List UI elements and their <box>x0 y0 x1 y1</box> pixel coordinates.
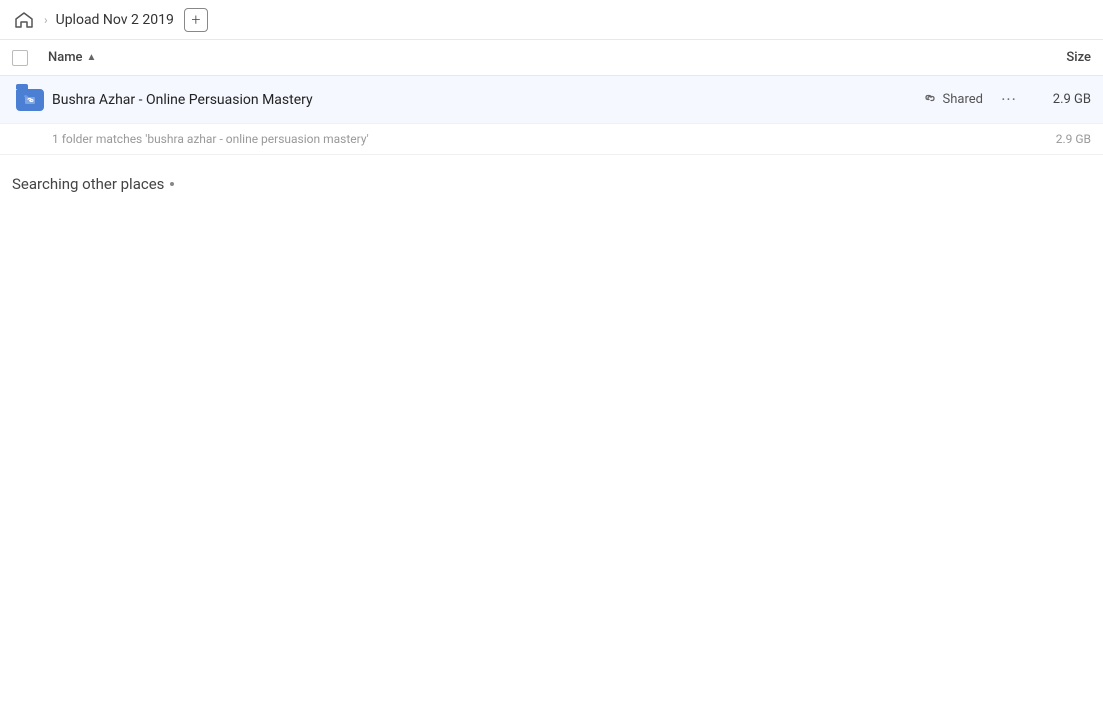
name-column-header[interactable]: Name ▲ <box>48 50 1011 65</box>
summary-text: 1 folder matches 'bushra azhar - online … <box>52 132 1031 146</box>
name-column-label: Name <box>48 50 83 65</box>
summary-size: 2.9 GB <box>1031 132 1091 146</box>
folder-icon <box>16 89 44 111</box>
searching-title: Searching other places <box>12 175 1091 193</box>
size-column-header[interactable]: Size <box>1011 50 1091 65</box>
file-name: Bushra Azhar - Online Persuasion Mastery <box>48 92 923 108</box>
select-all-checkbox[interactable] <box>12 50 28 66</box>
searching-section: Searching other places <box>0 155 1103 205</box>
sort-arrow-icon: ▲ <box>87 52 97 63</box>
table-header: Name ▲ Size <box>0 40 1103 76</box>
table-row[interactable]: Bushra Azhar - Online Persuasion Mastery… <box>0 76 1103 124</box>
link-icon <box>923 91 937 109</box>
file-icon-wrap <box>12 89 48 111</box>
more-options-button[interactable]: ··· <box>995 86 1023 114</box>
shared-area: Shared <box>923 91 983 109</box>
add-button[interactable]: + <box>184 8 208 32</box>
shared-label: Shared <box>943 92 983 107</box>
file-size: 2.9 GB <box>1031 92 1091 107</box>
summary-row: 1 folder matches 'bushra azhar - online … <box>0 124 1103 155</box>
breadcrumb-title: Upload Nov 2 2019 <box>56 12 174 28</box>
breadcrumb-separator: › <box>44 13 48 27</box>
loading-indicator <box>170 182 174 186</box>
select-all-checkbox-col[interactable] <box>12 50 48 66</box>
dot-1 <box>170 182 174 186</box>
header: › Upload Nov 2 2019 + <box>0 0 1103 40</box>
searching-title-text: Searching other places <box>12 175 164 193</box>
home-button[interactable] <box>12 8 36 32</box>
